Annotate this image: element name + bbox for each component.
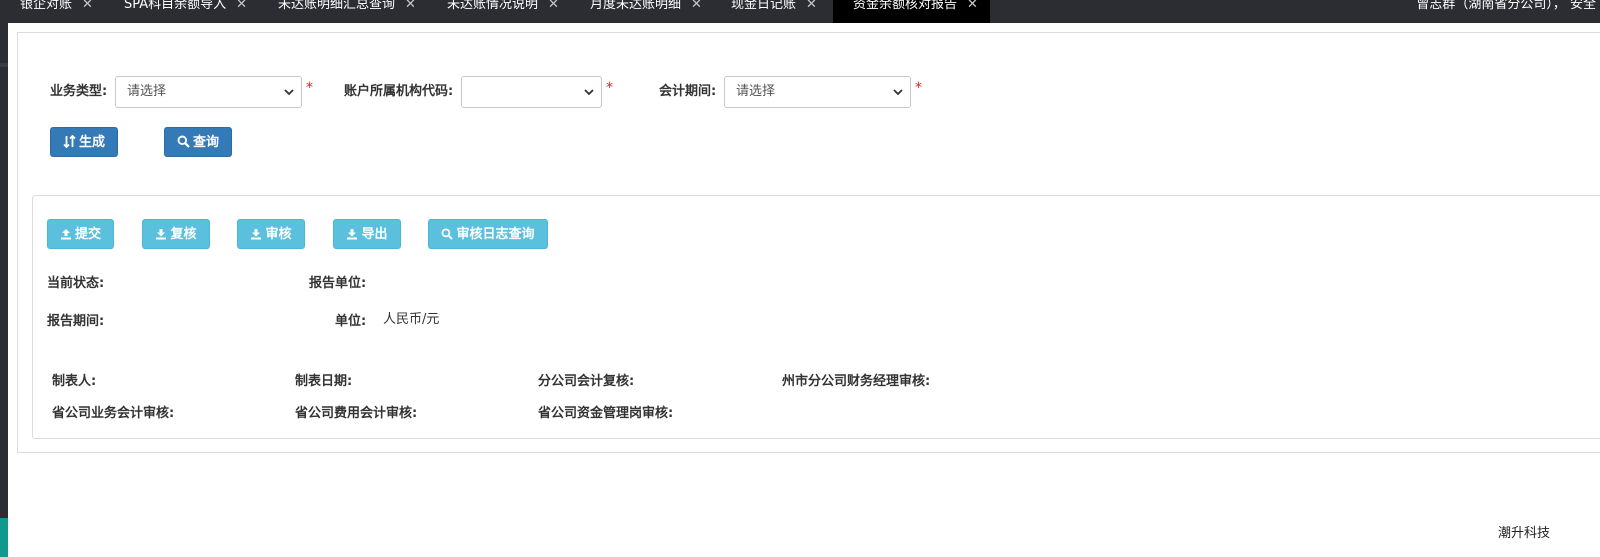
search-icon	[441, 228, 454, 240]
recheck-button[interactable]: 复核	[142, 219, 210, 249]
sort-icon	[63, 134, 76, 149]
business-type-label: 业务类型:	[50, 84, 108, 99]
prov-expense-label: 省公司费用会计审核:	[295, 406, 418, 421]
report-period-label: 报告期间:	[47, 314, 105, 329]
period-value: 请选择	[736, 84, 776, 99]
brand-footer: 潮升科技	[1498, 526, 1551, 541]
export-button[interactable]: 导出	[333, 219, 401, 249]
prepare-date-label: 制表日期:	[295, 374, 353, 389]
close-icon[interactable]: ✕	[405, 0, 416, 12]
prov-fund-label: 省公司资金管理岗审核:	[538, 406, 674, 421]
user-extra[interactable]: 安全	[1570, 0, 1596, 12]
export-label: 导出	[361, 227, 388, 242]
tab-fund-balance-report[interactable]: 资金余额核对报告 ✕	[833, 0, 990, 23]
submit-label: 提交	[74, 227, 101, 242]
close-icon[interactable]: ✕	[236, 0, 247, 12]
required-mark: *	[606, 80, 613, 96]
query-label: 查询	[192, 135, 219, 150]
chevron-down-icon	[284, 89, 294, 96]
recheck-label: 复核	[170, 227, 197, 242]
download-icon	[347, 229, 358, 240]
audit-button[interactable]: 审核	[237, 219, 305, 249]
currency-value: 人民币/元	[383, 312, 440, 327]
close-icon[interactable]: ✕	[967, 0, 978, 12]
close-icon[interactable]: ✕	[82, 0, 93, 12]
audit-label: 审核	[265, 227, 292, 242]
tab-label: 月度未达账明细	[590, 0, 682, 12]
branch-recheck-label: 分公司会计复核:	[538, 374, 635, 389]
tab-spa-import[interactable]: SPA科目余额导入 ✕	[104, 0, 261, 23]
required-mark: *	[306, 80, 313, 96]
org-code-select[interactable]	[461, 76, 602, 108]
left-sidebar-strip	[0, 23, 8, 557]
business-type-value: 请选择	[127, 84, 167, 99]
tab-monthly-unreconciled[interactable]: 月度未达账明细 ✕	[570, 0, 716, 23]
tab-bar: 银企对账 ✕ SPA科目余额导入 ✕ 未达账明细汇总查询 ✕ 未达账情况说明 ✕ 月度未…	[0, 0, 1600, 23]
sidebar-divider	[0, 63, 8, 67]
download-icon	[251, 229, 262, 240]
status-label: 当前状态:	[47, 276, 105, 291]
sidebar-accent	[0, 518, 8, 557]
close-icon[interactable]: ✕	[806, 0, 817, 12]
tab-label: 未达账情况说明	[447, 0, 539, 12]
period-select[interactable]: 请选择	[724, 76, 911, 108]
report-unit-label: 报告单位:	[309, 276, 367, 291]
audit-log-label: 审核日志查询	[456, 227, 535, 242]
tab-label: 银企对账	[20, 0, 73, 12]
currency-label: 单位:	[335, 314, 367, 329]
org-code-label: 账户所属机构代码:	[344, 84, 454, 99]
tab-label: 现金日记账	[731, 0, 797, 12]
user-name: 曾志群（湖南省分公司），	[1416, 0, 1566, 12]
search-icon	[177, 135, 190, 148]
preparer-label: 制表人:	[52, 374, 97, 389]
business-type-select[interactable]: 请选择	[115, 76, 302, 108]
period-label: 会计期间:	[659, 84, 717, 99]
prov-business-label: 省公司业务会计审核:	[52, 406, 175, 421]
user-info[interactable]: 曾志群（湖南省分公司）， 安全	[1416, 0, 1600, 23]
tab-label: 未达账明细汇总查询	[278, 0, 396, 12]
generate-label: 生成	[78, 135, 105, 150]
close-icon[interactable]: ✕	[691, 0, 702, 12]
required-mark: *	[915, 80, 922, 96]
tab-unreconciled-summary[interactable]: 未达账明细汇总查询 ✕	[258, 0, 430, 23]
upload-icon	[60, 229, 71, 240]
chevron-down-icon	[584, 89, 594, 96]
close-icon[interactable]: ✕	[548, 0, 559, 12]
tab-label: 资金余额核对报告	[853, 0, 958, 12]
tab-cash-journal[interactable]: 现金日记账 ✕	[711, 0, 831, 23]
tab-bank-reconciliation[interactable]: 银企对账 ✕	[0, 0, 107, 23]
city-manager-label: 州市分公司财务经理审核:	[782, 374, 931, 389]
audit-log-button[interactable]: 审核日志查询	[428, 219, 548, 249]
tab-unreconciled-explanation[interactable]: 未达账情况说明 ✕	[427, 0, 573, 23]
chevron-down-icon	[893, 89, 903, 96]
submit-button[interactable]: 提交	[47, 219, 114, 249]
query-button[interactable]: 查询	[164, 127, 232, 157]
tab-label: SPA科目余额导入	[124, 0, 227, 12]
generate-button[interactable]: 生成	[50, 127, 118, 157]
download-icon	[156, 229, 167, 240]
